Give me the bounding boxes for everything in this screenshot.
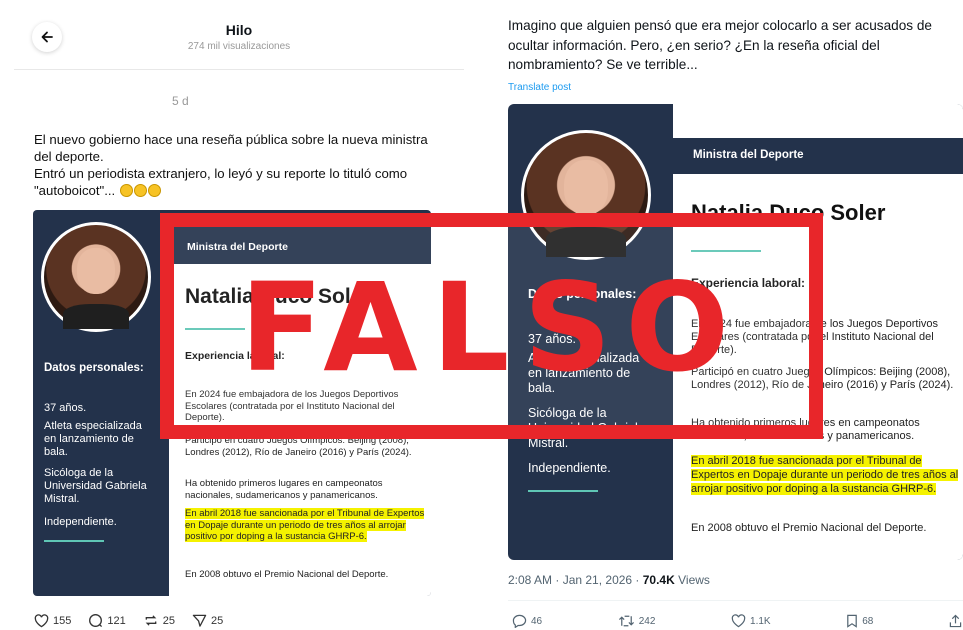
- laughing-emoji-icon: [147, 184, 161, 197]
- experience-paragraph: En 2008 obtuvo el Premio Nacional del De…: [185, 569, 389, 580]
- post-text: Imagino que alguien pensó que era mejor …: [508, 16, 958, 75]
- side-item: 37 años.: [44, 402, 87, 414]
- comment-button[interactable]: 121: [88, 613, 126, 628]
- post-line: del deporte.: [34, 149, 104, 164]
- reply-button[interactable]: 46: [512, 614, 542, 628]
- doping-highlight: En abril 2018 fue sancionada por el Trib…: [691, 455, 959, 495]
- laughing-emoji-icon: [119, 184, 133, 197]
- false-stamp-label: FALSO: [239, 257, 744, 399]
- side-item: Independiente.: [528, 461, 611, 475]
- post-line: nombramiento? Se ve terrible...: [508, 57, 698, 72]
- share-icon: [949, 614, 962, 628]
- post-text: El nuevo gobierno hace una reseña públic…: [34, 131, 444, 199]
- teal-divider: [44, 540, 104, 542]
- like-button[interactable]: 1.1K: [731, 614, 771, 628]
- repost-icon: [145, 615, 157, 626]
- post-actions: 46 242 1.1K 68: [512, 614, 962, 628]
- minister-photo: [41, 222, 151, 332]
- translate-post-link[interactable]: Translate post: [508, 82, 571, 93]
- teal-divider: [528, 490, 598, 492]
- post-line: Imagino que alguien pensó que era mejor …: [508, 18, 932, 33]
- personal-data-title: Datos personales:: [44, 362, 144, 374]
- doping-highlight: En abril 2018 fue sancionada por el Trib…: [185, 508, 425, 542]
- bookmark-icon: [847, 614, 858, 628]
- heart-icon: [34, 613, 49, 627]
- thread-title: Hilo: [225, 22, 253, 38]
- post-line: El nuevo gobierno hace una reseña públic…: [34, 132, 428, 147]
- thread-header: Hilo 274 mil visualizaciones: [14, 10, 464, 70]
- views-count: 70.4K: [642, 573, 675, 587]
- thread-actions: 155 121 25 25: [34, 613, 223, 628]
- divider: [508, 600, 963, 601]
- comment-icon: [89, 614, 103, 628]
- post-line: "autoboicot"...: [34, 182, 444, 199]
- post-meta: 2:08 AM · Jan 21, 2026 · 70.4K Views: [508, 573, 710, 587]
- like-button[interactable]: 155: [34, 613, 71, 628]
- role-banner: Ministra del Deporte: [673, 138, 963, 174]
- laughing-emoji-icon: [133, 184, 147, 197]
- reply-icon: [512, 614, 527, 628]
- experience-paragraph: Ha obtenido primeros lugares en campeona…: [185, 478, 383, 501]
- share-button[interactable]: 25: [192, 613, 223, 628]
- send-icon: [192, 614, 207, 627]
- heart-icon: [731, 614, 746, 628]
- side-item: Sicóloga de la Universidad Gabriela Mist…: [44, 467, 147, 505]
- side-item: Atleta especializada en lanzamiento de b…: [44, 420, 142, 458]
- bookmark-button[interactable]: 68: [846, 614, 873, 628]
- post-line: ocultar información. Pero, ¿en serio? ¿E…: [508, 37, 880, 53]
- post-line: Entró un periodista extranjero, lo leyó …: [34, 166, 408, 181]
- retweet-icon: [618, 615, 634, 627]
- post-time: 5 d: [172, 94, 189, 108]
- experience-paragraph: En 2008 obtuvo el Premio Nacional del De…: [691, 522, 927, 534]
- share-button[interactable]: [949, 614, 962, 628]
- false-stamp: FALSO: [160, 213, 823, 439]
- view-count: 274 mil visualizaciones: [187, 41, 291, 52]
- retweet-button[interactable]: 242: [618, 614, 655, 628]
- side-item: Independiente.: [44, 516, 117, 528]
- repost-button[interactable]: 25: [143, 613, 175, 628]
